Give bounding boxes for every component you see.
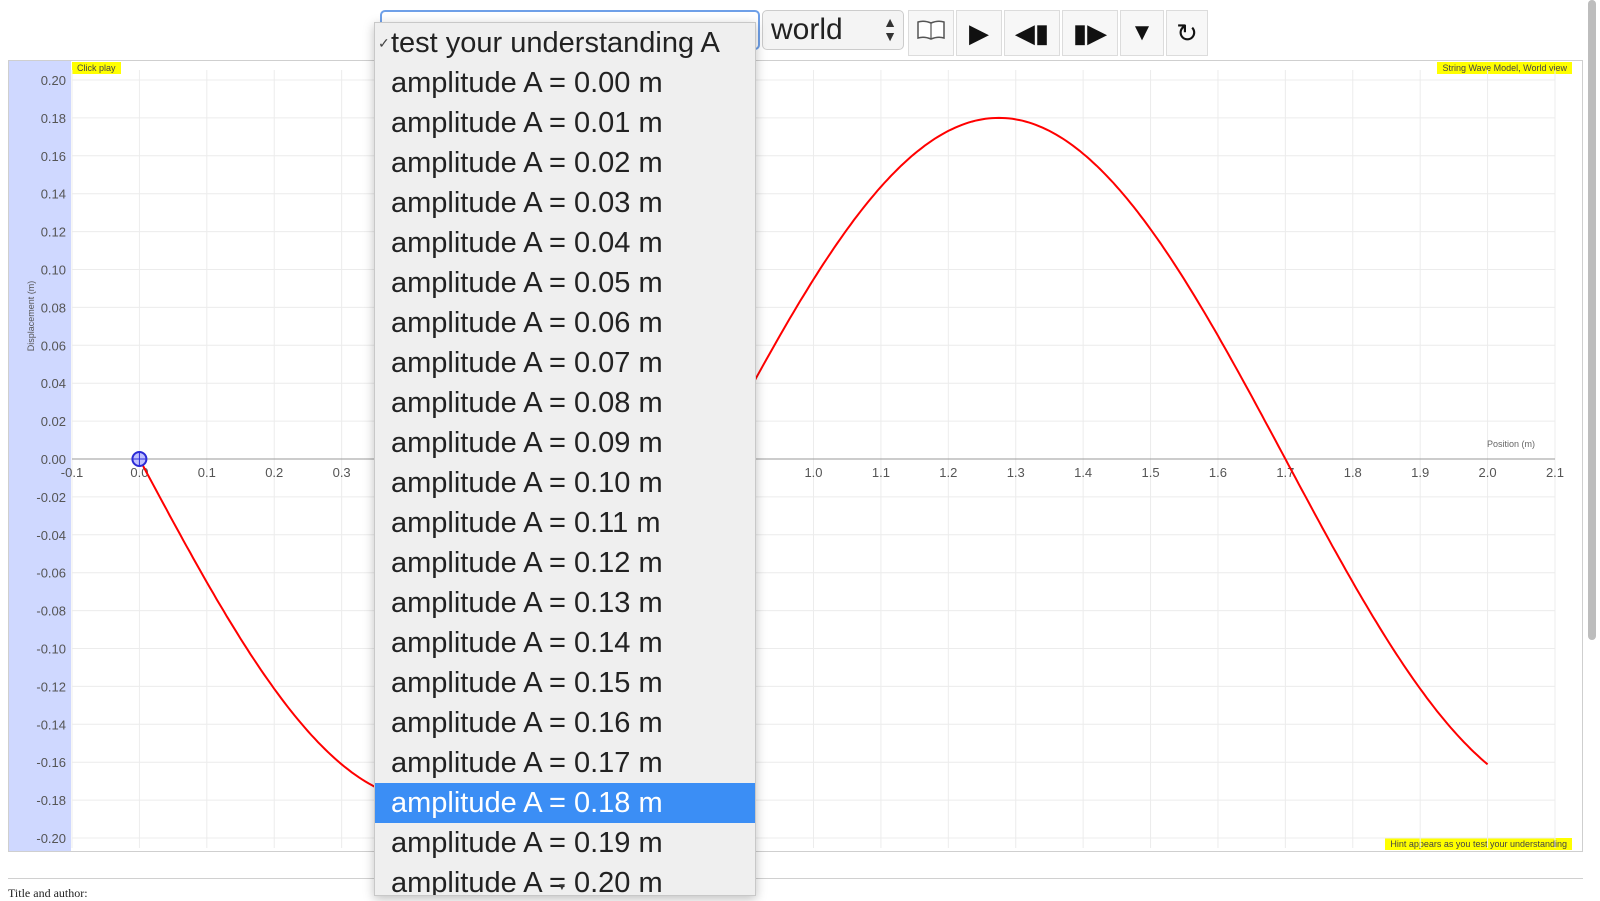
x-tick-label: 0.2: [265, 465, 283, 480]
dropdown-option-label: amplitude A = 0.01 m: [391, 107, 663, 139]
dropdown-option-label: amplitude A = 0.05 m: [391, 267, 663, 299]
y-tick-label: -0.06: [36, 566, 66, 581]
x-tick-label: 0.1: [198, 465, 216, 480]
dropdown-option[interactable]: amplitude A = 0.08 m: [375, 383, 755, 423]
dropdown-option-label: amplitude A = 0.17 m: [391, 747, 663, 779]
y-tick-label: -0.10: [36, 642, 66, 657]
dropdown-option[interactable]: amplitude A = 0.15 m: [375, 663, 755, 703]
dropdown-option-label: amplitude A = 0.02 m: [391, 147, 663, 179]
x-tick-label: 1.2: [939, 465, 957, 480]
dropdown-option-label: amplitude A = 0.12 m: [391, 547, 663, 579]
dropdown-option[interactable]: amplitude A = 0.05 m: [375, 263, 755, 303]
y-tick-label: -0.04: [36, 528, 66, 543]
dropdown-option-label: amplitude A = 0.16 m: [391, 707, 663, 739]
dropdown-option[interactable]: amplitude A = 0.01 m: [375, 103, 755, 143]
x-tick-label: 2.0: [1479, 465, 1497, 480]
dropdown-option-label: amplitude A = 0.10 m: [391, 467, 663, 499]
page-scrollbar[interactable]: [1588, 0, 1596, 640]
y-tick-label: -0.02: [36, 490, 66, 505]
x-tick-label: 1.9: [1411, 465, 1429, 480]
y-tick-label: 0.06: [41, 338, 66, 353]
y-tick-label: -0.16: [36, 755, 66, 770]
y-tick-label: 0.10: [41, 263, 66, 278]
x-tick-label: 1.1: [872, 465, 890, 480]
y-tick-label: 0.20: [41, 73, 66, 88]
footer-title: Title and author:: [8, 886, 88, 900]
dropdown-option-label: amplitude A = 0.06 m: [391, 307, 663, 339]
checkmark-icon: ✓: [378, 35, 390, 51]
x-tick-label: 1.0: [804, 465, 822, 480]
y-tick-label: -0.08: [36, 604, 66, 619]
y-tick-label: -0.12: [36, 679, 66, 694]
dropdown-option[interactable]: amplitude A = 0.19 m: [375, 823, 755, 863]
dropdown-option[interactable]: amplitude A = 0.12 m: [375, 543, 755, 583]
x-tick-label: 1.6: [1209, 465, 1227, 480]
dropdown-option[interactable]: amplitude A = 0.18 m: [375, 783, 755, 823]
dropdown-option[interactable]: amplitude A = 0.17 m: [375, 743, 755, 783]
dropdown-option-label: amplitude A = 0.08 m: [391, 387, 663, 419]
x-axis-label: Position (m): [1487, 439, 1535, 449]
dropdown-option[interactable]: amplitude A = 0.02 m: [375, 143, 755, 183]
dropdown-option-label: amplitude A = 0.15 m: [391, 667, 663, 699]
y-tick-label: -0.18: [36, 793, 66, 808]
dropdown-option[interactable]: amplitude A = 0.03 m: [375, 183, 755, 223]
dropdown-option-label: amplitude A = 0.19 m: [391, 827, 663, 859]
dropdown-option[interactable]: amplitude A = 0.10 m: [375, 463, 755, 503]
dropdown-option[interactable]: amplitude A = 0.00 m: [375, 63, 755, 103]
dropdown-option-label: amplitude A = 0.20 m: [391, 867, 663, 896]
dropdown-option-label: amplitude A = 0.09 m: [391, 427, 663, 459]
x-tick-label: 1.4: [1074, 465, 1092, 480]
dropdown-option-label: amplitude A = 0.07 m: [391, 347, 663, 379]
footer-divider: [8, 878, 1583, 879]
dropdown-option-label: amplitude A = 0.00 m: [391, 67, 663, 99]
y-tick-label: 0.04: [41, 376, 66, 391]
dropdown-option-label: amplitude A = 0.13 m: [391, 587, 663, 619]
dropdown-option[interactable]: amplitude A = 0.16 m: [375, 703, 755, 743]
dropdown-option-label: amplitude A = 0.11 m: [391, 507, 661, 539]
dropdown-option[interactable]: amplitude A = 0.07 m: [375, 343, 755, 383]
y-tick-label: 0.16: [41, 149, 66, 164]
x-tick-label: 1.5: [1142, 465, 1160, 480]
dropdown-option-label: amplitude A = 0.04 m: [391, 227, 663, 259]
dropdown-option[interactable]: ✓ test your understanding A: [375, 23, 755, 63]
amplitude-dropdown[interactable]: ✓ test your understanding A amplitude A = …: [374, 22, 756, 896]
y-tick-label: 0.08: [41, 300, 66, 315]
dropdown-option-label: amplitude A = 0.03 m: [391, 187, 663, 219]
y-tick-label: 0.12: [41, 225, 66, 240]
wave-plot: -0.10.00.10.20.30.40.50.60.70.80.91.01.1…: [36, 70, 1564, 848]
y-tick-label: 0.18: [41, 111, 66, 126]
scroll-down-icon[interactable]: ▼: [557, 882, 567, 893]
dropdown-option[interactable]: amplitude A = 0.13 m: [375, 583, 755, 623]
x-tick-label: 2.1: [1546, 465, 1564, 480]
y-tick-label: 0.14: [41, 187, 66, 202]
x-tick-label: 1.3: [1007, 465, 1025, 480]
y-tick-label: 0.00: [41, 452, 66, 467]
dropdown-option[interactable]: amplitude A = 0.14 m: [375, 623, 755, 663]
dropdown-option-label: test your understanding A: [391, 27, 720, 59]
x-tick-label: 1.8: [1344, 465, 1362, 480]
y-tick-label: -0.14: [36, 717, 66, 732]
y-tick-label: 0.02: [41, 414, 66, 429]
dropdown-option[interactable]: amplitude A = 0.11 m: [375, 503, 755, 543]
dropdown-option[interactable]: amplitude A = 0.06 m: [375, 303, 755, 343]
x-tick-label: 0.3: [333, 465, 351, 480]
x-tick-label: -0.1: [61, 465, 83, 480]
dropdown-option-label: amplitude A = 0.14 m: [391, 627, 663, 659]
dropdown-option[interactable]: amplitude A = 0.09 m: [375, 423, 755, 463]
dropdown-option-label: amplitude A = 0.18 m: [391, 787, 663, 819]
y-tick-label: -0.20: [36, 831, 66, 846]
dropdown-option[interactable]: amplitude A = 0.04 m: [375, 223, 755, 263]
